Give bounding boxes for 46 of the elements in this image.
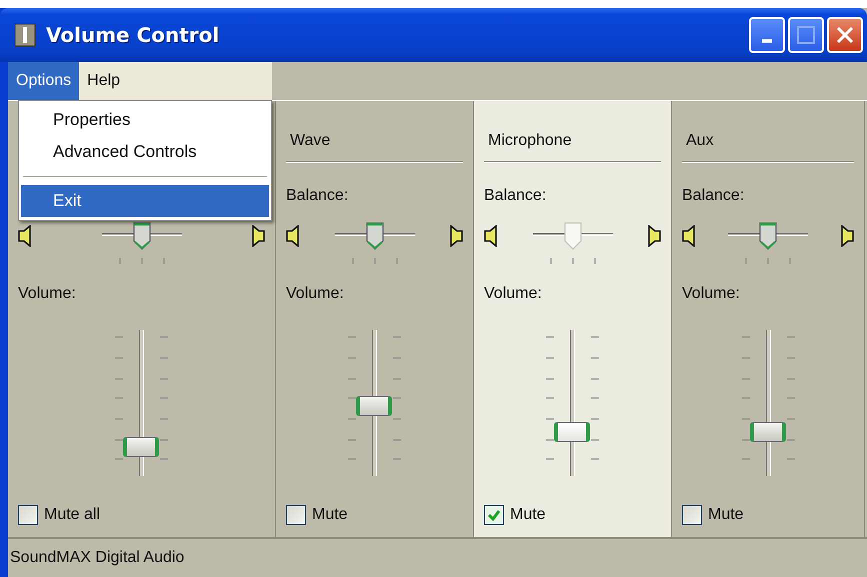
balance-label: Balance:	[286, 187, 350, 206]
menu-item[interactable]: Options	[8, 62, 80, 100]
minimize-button[interactable]	[749, 17, 785, 53]
window-title: Volume Control	[46, 23, 220, 47]
speaker-icon	[484, 225, 497, 247]
mute-label: Mute all	[44, 506, 100, 524]
speaker-icon	[450, 225, 463, 247]
speaker-icon	[18, 225, 31, 247]
close-button[interactable]	[827, 17, 863, 53]
app-icon	[14, 23, 36, 47]
mute-checkbox[interactable]	[682, 505, 702, 525]
balance-slider-thumb[interactable]	[364, 221, 384, 251]
speaker-icon	[841, 225, 854, 247]
maximize-icon	[796, 25, 816, 45]
close-icon	[835, 25, 855, 45]
volume-slider-thumb[interactable]	[750, 422, 786, 442]
channel-name: Microphone	[487, 132, 573, 151]
balance-label: Balance:	[484, 187, 548, 206]
balance-label: Balance:	[682, 187, 746, 206]
balance-slider-thumb[interactable]	[758, 221, 778, 251]
mute-label: Mute	[708, 506, 744, 524]
speaker-icon	[682, 225, 695, 247]
mute-checkbox[interactable]	[18, 505, 38, 525]
mute-label: Mute	[312, 506, 348, 524]
speaker-icon	[286, 225, 299, 247]
channel-name: Aux	[685, 132, 715, 151]
menu-entry[interactable]: Properties	[21, 104, 269, 136]
speaker-icon	[252, 225, 265, 247]
speaker-icon	[648, 225, 661, 247]
mute-checkbox[interactable]	[286, 505, 306, 525]
menu-entry[interactable]: Exit	[21, 185, 269, 217]
menu-item[interactable]: Help	[79, 62, 128, 100]
volume-label: Volume:	[682, 285, 741, 304]
volume-label: Volume:	[484, 285, 543, 304]
channel-name: Wave	[289, 132, 332, 151]
volume-slider-thumb[interactable]	[356, 396, 392, 416]
volume-label: Volume:	[286, 285, 345, 304]
checkmark-icon	[487, 508, 501, 522]
volume-slider-thumb[interactable]	[123, 437, 159, 458]
maximize-button[interactable]	[788, 17, 824, 53]
minimize-icon	[762, 39, 772, 43]
balance-slider-thumb[interactable]	[132, 221, 152, 251]
volume-label: Volume:	[18, 285, 77, 304]
menu-entry[interactable]: Advanced Controls	[21, 136, 269, 168]
mute-label: Mute	[510, 506, 546, 524]
mute-checkbox[interactable]	[484, 505, 504, 525]
